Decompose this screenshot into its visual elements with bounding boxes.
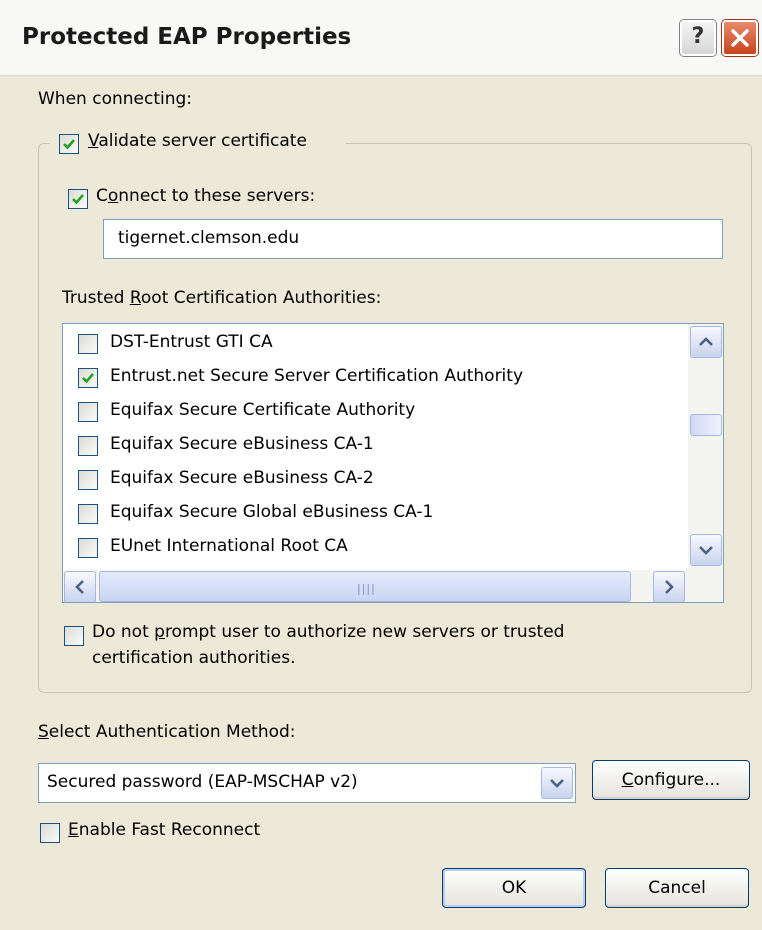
chevron-down-icon xyxy=(550,779,564,788)
servers-input-value: tigernet.clemson.edu xyxy=(118,228,300,248)
fast-reconnect-label[interactable]: Enable Fast Reconnect xyxy=(68,820,260,840)
list-item[interactable]: Equifax Secure Global eBusiness CA-1 xyxy=(63,496,683,530)
title-bar[interactable]: Protected EAP Properties ? xyxy=(0,0,762,76)
help-icon: ? xyxy=(691,24,705,49)
trusted-root-ca-list[interactable]: DST-Entrust GTI CA Entrust.net Secure Ser… xyxy=(62,323,724,603)
list-item-checkbox[interactable] xyxy=(78,368,98,388)
list-item-label: DST-Entrust GTI CA xyxy=(110,332,273,352)
list-item-label: EUnet International Root CA xyxy=(110,536,348,556)
auth-method-select[interactable]: Secured password (EAP-MSCHAP v2) xyxy=(38,763,576,803)
do-not-prompt-label[interactable]: Do not prompt user to authorize new serv… xyxy=(92,622,564,642)
scroll-left-button[interactable] xyxy=(64,571,96,602)
list-item[interactable]: DST-Entrust GTI CA xyxy=(63,326,683,360)
list-item-label: Equifax Secure eBusiness CA-1 xyxy=(110,434,374,454)
list-item-checkbox[interactable] xyxy=(78,538,98,558)
list-item-label: Entrust.net Secure Server Certification … xyxy=(110,366,524,386)
auth-method-label: Select Authentication Method: xyxy=(38,722,296,742)
horizontal-scroll-thumb[interactable]: |||| xyxy=(99,571,631,602)
vertical-scroll-thumb[interactable] xyxy=(690,414,722,436)
checkmark-icon xyxy=(63,139,75,150)
list-item-checkbox[interactable] xyxy=(78,504,98,524)
chevron-up-icon xyxy=(699,337,713,346)
checkmark-icon xyxy=(82,373,94,384)
when-connecting-label: When connecting: xyxy=(38,89,193,109)
list-item[interactable]: EUnet International Root CA xyxy=(63,530,683,564)
connect-to-servers-label[interactable]: Connect to these servers: xyxy=(96,186,315,206)
list-item[interactable]: Entrust.net Secure Server Certification … xyxy=(63,360,683,394)
validate-server-certificate-checkbox[interactable] xyxy=(59,134,79,154)
chevron-right-icon xyxy=(665,580,674,594)
validate-server-certificate-label[interactable]: Validate server certificate xyxy=(88,131,307,151)
list-item-checkbox[interactable] xyxy=(78,436,98,456)
list-item-label: Equifax Secure Certificate Authority xyxy=(110,400,416,420)
configure-button[interactable]: Configure... xyxy=(592,760,750,800)
connect-to-servers-checkbox[interactable] xyxy=(68,189,88,209)
help-button[interactable]: ? xyxy=(680,20,716,56)
horizontal-scrollbar[interactable]: |||| xyxy=(63,570,723,602)
list-item-label: Equifax Secure eBusiness CA-2 xyxy=(110,468,374,488)
chevron-down-icon xyxy=(699,546,713,555)
cancel-button[interactable]: Cancel xyxy=(605,868,749,908)
close-button[interactable] xyxy=(722,20,758,56)
fast-reconnect-checkbox[interactable] xyxy=(40,823,60,843)
scroll-right-button[interactable] xyxy=(653,571,685,602)
chevron-left-icon xyxy=(75,580,84,594)
vertical-scrollbar[interactable] xyxy=(688,324,723,570)
list-item-label: Equifax Secure Global eBusiness CA-1 xyxy=(110,502,434,522)
list-item-checkbox[interactable] xyxy=(78,470,98,490)
protected-eap-properties-dialog: Protected EAP Properties ? When connecti… xyxy=(0,0,762,930)
list-item[interactable]: Equifax Secure Certificate Authority xyxy=(63,394,683,428)
trusted-root-ca-label: Trusted Root Certification Authorities: xyxy=(62,288,382,308)
list-item[interactable]: Equifax Secure eBusiness CA-1 xyxy=(63,428,683,462)
window-title: Protected EAP Properties xyxy=(22,24,352,50)
list-item-checkbox[interactable] xyxy=(78,334,98,354)
grip-icon: |||| xyxy=(357,582,376,595)
scroll-down-button[interactable] xyxy=(690,534,722,566)
list-item-checkbox[interactable] xyxy=(78,402,98,422)
servers-input[interactable]: tigernet.clemson.edu xyxy=(103,219,723,259)
list-item[interactable]: Equifax Secure eBusiness CA-2 xyxy=(63,462,683,496)
close-icon xyxy=(731,29,749,47)
ok-button[interactable]: OK xyxy=(442,868,586,908)
auth-method-dropdown-button[interactable] xyxy=(541,767,573,799)
do-not-prompt-label-line2: certification authorities. xyxy=(92,648,296,668)
checkmark-icon xyxy=(72,194,84,205)
auth-method-selected: Secured password (EAP-MSCHAP v2) xyxy=(47,772,358,792)
scroll-up-button[interactable] xyxy=(690,326,722,358)
do-not-prompt-checkbox[interactable] xyxy=(64,626,84,646)
